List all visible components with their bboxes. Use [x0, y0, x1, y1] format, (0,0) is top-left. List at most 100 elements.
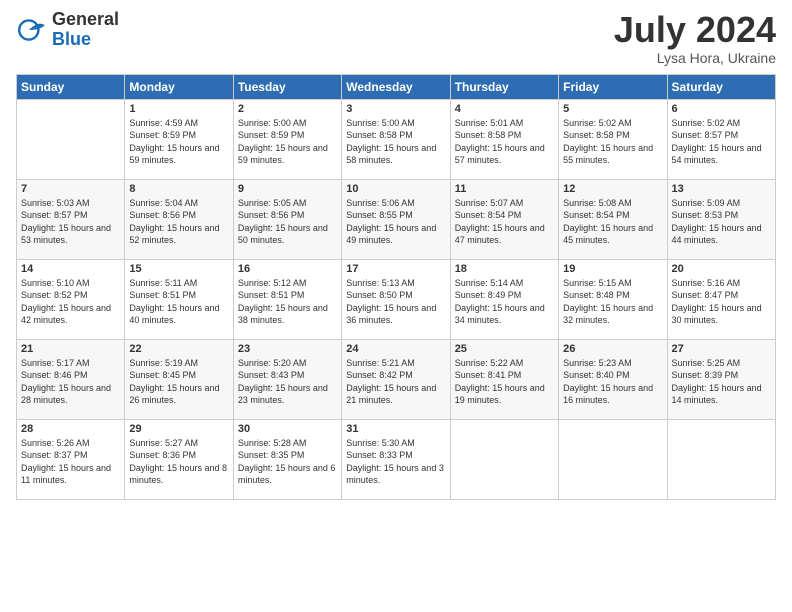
day-number: 13	[672, 183, 771, 195]
month-title: July 2024	[614, 10, 776, 50]
calendar-cell	[667, 419, 775, 499]
day-info: Sunrise: 5:15 AMSunset: 8:48 PMDaylight:…	[563, 277, 662, 327]
day-number: 5	[563, 103, 662, 115]
day-number: 2	[238, 103, 337, 115]
calendar-cell: 5 Sunrise: 5:02 AMSunset: 8:58 PMDaylight…	[559, 99, 667, 179]
col-header-saturday: Saturday	[667, 74, 775, 99]
day-info: Sunrise: 5:08 AMSunset: 8:54 PMDaylight:…	[563, 197, 662, 247]
week-row-2: 14 Sunrise: 5:10 AMSunset: 8:52 PMDayligh…	[17, 259, 776, 339]
calendar-cell: 2Sunrise: 5:00 AMSunset: 8:59 PMDaylight…	[233, 99, 341, 179]
logo-icon	[16, 14, 48, 46]
calendar-cell: 10 Sunrise: 5:06 AMSunset: 8:55 PMDayligh…	[342, 179, 450, 259]
logo-blue: Blue	[52, 30, 119, 50]
day-info: Sunrise: 5:11 AMSunset: 8:51 PMDaylight:…	[129, 277, 228, 327]
calendar-cell: 9Sunrise: 5:05 AMSunset: 8:56 PMDaylight…	[233, 179, 341, 259]
day-number: 26	[563, 343, 662, 355]
calendar-cell: 23Sunrise: 5:20 AMSunset: 8:43 PMDayligh…	[233, 339, 341, 419]
day-number: 28	[21, 423, 120, 435]
day-number: 27	[672, 343, 771, 355]
day-info: Sunrise: 5:10 AMSunset: 8:52 PMDaylight:…	[21, 277, 120, 327]
day-info: Sunrise: 5:12 AMSunset: 8:51 PMDaylight:…	[238, 277, 337, 327]
col-header-wednesday: Wednesday	[342, 74, 450, 99]
week-row-3: 21 Sunrise: 5:17 AMSunset: 8:46 PMDayligh…	[17, 339, 776, 419]
day-number: 22	[129, 343, 228, 355]
day-number: 12	[563, 183, 662, 195]
col-header-sunday: Sunday	[17, 74, 125, 99]
day-number: 16	[238, 263, 337, 275]
calendar-cell: 6 Sunrise: 5:02 AMSunset: 8:57 PMDaylight…	[667, 99, 775, 179]
calendar-cell: 22 Sunrise: 5:19 AMSunset: 8:45 PMDayligh…	[125, 339, 233, 419]
day-number: 24	[346, 343, 445, 355]
calendar-cell: 8Sunrise: 5:04 AMSunset: 8:56 PMDaylight…	[125, 179, 233, 259]
header-row: SundayMondayTuesdayWednesdayThursdayFrid…	[17, 74, 776, 99]
day-info: Sunrise: 5:30 AMSunset: 8:33 PMDaylight:…	[346, 437, 445, 487]
day-number: 29	[129, 423, 228, 435]
calendar-cell	[17, 99, 125, 179]
col-header-friday: Friday	[559, 74, 667, 99]
col-header-thursday: Thursday	[450, 74, 558, 99]
day-number: 4	[455, 103, 554, 115]
day-info: Sunrise: 5:01 AMSunset: 8:58 PMDaylight:…	[455, 117, 554, 167]
calendar-cell: 12 Sunrise: 5:08 AMSunset: 8:54 PMDayligh…	[559, 179, 667, 259]
day-info: Sunrise: 5:14 AMSunset: 8:49 PMDaylight:…	[455, 277, 554, 327]
calendar-cell	[559, 419, 667, 499]
col-header-tuesday: Tuesday	[233, 74, 341, 99]
day-info: Sunrise: 5:04 AMSunset: 8:56 PMDaylight:…	[129, 197, 228, 247]
calendar-cell: 18Sunrise: 5:14 AMSunset: 8:49 PMDayligh…	[450, 259, 558, 339]
day-info: Sunrise: 4:59 AMSunset: 8:59 PMDaylight:…	[129, 117, 228, 167]
week-row-1: 7 Sunrise: 5:03 AMSunset: 8:57 PMDaylight…	[17, 179, 776, 259]
calendar-cell: 16 Sunrise: 5:12 AMSunset: 8:51 PMDayligh…	[233, 259, 341, 339]
day-info: Sunrise: 5:26 AMSunset: 8:37 PMDaylight:…	[21, 437, 120, 487]
header: General Blue July 2024 Lysa Hora, Ukrain…	[16, 10, 776, 66]
day-info: Sunrise: 5:13 AMSunset: 8:50 PMDaylight:…	[346, 277, 445, 327]
calendar-cell: 3 Sunrise: 5:00 AMSunset: 8:58 PMDaylight…	[342, 99, 450, 179]
day-number: 6	[672, 103, 771, 115]
day-number: 19	[563, 263, 662, 275]
day-number: 21	[21, 343, 120, 355]
day-info: Sunrise: 5:09 AMSunset: 8:53 PMDaylight:…	[672, 197, 771, 247]
day-number: 17	[346, 263, 445, 275]
day-number: 23	[238, 343, 337, 355]
calendar-cell: 24Sunrise: 5:21 AMSunset: 8:42 PMDayligh…	[342, 339, 450, 419]
logo-text: General Blue	[52, 10, 119, 50]
day-info: Sunrise: 5:02 AMSunset: 8:58 PMDaylight:…	[563, 117, 662, 167]
day-info: Sunrise: 5:28 AMSunset: 8:35 PMDaylight:…	[238, 437, 337, 487]
calendar-cell: 31 Sunrise: 5:30 AMSunset: 8:33 PMDayligh…	[342, 419, 450, 499]
day-number: 11	[455, 183, 554, 195]
day-number: 31	[346, 423, 445, 435]
calendar-cell: 29Sunrise: 5:27 AMSunset: 8:36 PMDayligh…	[125, 419, 233, 499]
day-info: Sunrise: 5:07 AMSunset: 8:54 PMDaylight:…	[455, 197, 554, 247]
calendar-cell: 1 Sunrise: 4:59 AMSunset: 8:59 PMDaylight…	[125, 99, 233, 179]
day-number: 7	[21, 183, 120, 195]
day-info: Sunrise: 5:02 AMSunset: 8:57 PMDaylight:…	[672, 117, 771, 167]
day-number: 10	[346, 183, 445, 195]
title-block: July 2024 Lysa Hora, Ukraine	[614, 10, 776, 66]
day-info: Sunrise: 5:23 AMSunset: 8:40 PMDaylight:…	[563, 357, 662, 407]
calendar-cell: 26 Sunrise: 5:23 AMSunset: 8:40 PMDayligh…	[559, 339, 667, 419]
location: Lysa Hora, Ukraine	[614, 50, 776, 66]
day-info: Sunrise: 5:06 AMSunset: 8:55 PMDaylight:…	[346, 197, 445, 247]
calendar-page: General Blue July 2024 Lysa Hora, Ukrain…	[0, 0, 792, 612]
day-info: Sunrise: 5:16 AMSunset: 8:47 PMDaylight:…	[672, 277, 771, 327]
calendar-cell: 25Sunrise: 5:22 AMSunset: 8:41 PMDayligh…	[450, 339, 558, 419]
calendar-cell	[450, 419, 558, 499]
logo: General Blue	[16, 10, 119, 50]
day-info: Sunrise: 5:19 AMSunset: 8:45 PMDaylight:…	[129, 357, 228, 407]
calendar-cell: 13 Sunrise: 5:09 AMSunset: 8:53 PMDayligh…	[667, 179, 775, 259]
calendar-cell: 14 Sunrise: 5:10 AMSunset: 8:52 PMDayligh…	[17, 259, 125, 339]
calendar-table: SundayMondayTuesdayWednesdayThursdayFrid…	[16, 74, 776, 500]
day-info: Sunrise: 5:17 AMSunset: 8:46 PMDaylight:…	[21, 357, 120, 407]
calendar-cell: 27 Sunrise: 5:25 AMSunset: 8:39 PMDayligh…	[667, 339, 775, 419]
col-header-monday: Monday	[125, 74, 233, 99]
calendar-cell: 19 Sunrise: 5:15 AMSunset: 8:48 PMDayligh…	[559, 259, 667, 339]
calendar-cell: 15Sunrise: 5:11 AMSunset: 8:51 PMDayligh…	[125, 259, 233, 339]
day-number: 1	[129, 103, 228, 115]
calendar-cell: 7 Sunrise: 5:03 AMSunset: 8:57 PMDaylight…	[17, 179, 125, 259]
day-info: Sunrise: 5:00 AMSunset: 8:58 PMDaylight:…	[346, 117, 445, 167]
day-info: Sunrise: 5:03 AMSunset: 8:57 PMDaylight:…	[21, 197, 120, 247]
day-number: 14	[21, 263, 120, 275]
calendar-cell: 20Sunrise: 5:16 AMSunset: 8:47 PMDayligh…	[667, 259, 775, 339]
day-number: 3	[346, 103, 445, 115]
calendar-cell: 28 Sunrise: 5:26 AMSunset: 8:37 PMDayligh…	[17, 419, 125, 499]
day-info: Sunrise: 5:25 AMSunset: 8:39 PMDaylight:…	[672, 357, 771, 407]
